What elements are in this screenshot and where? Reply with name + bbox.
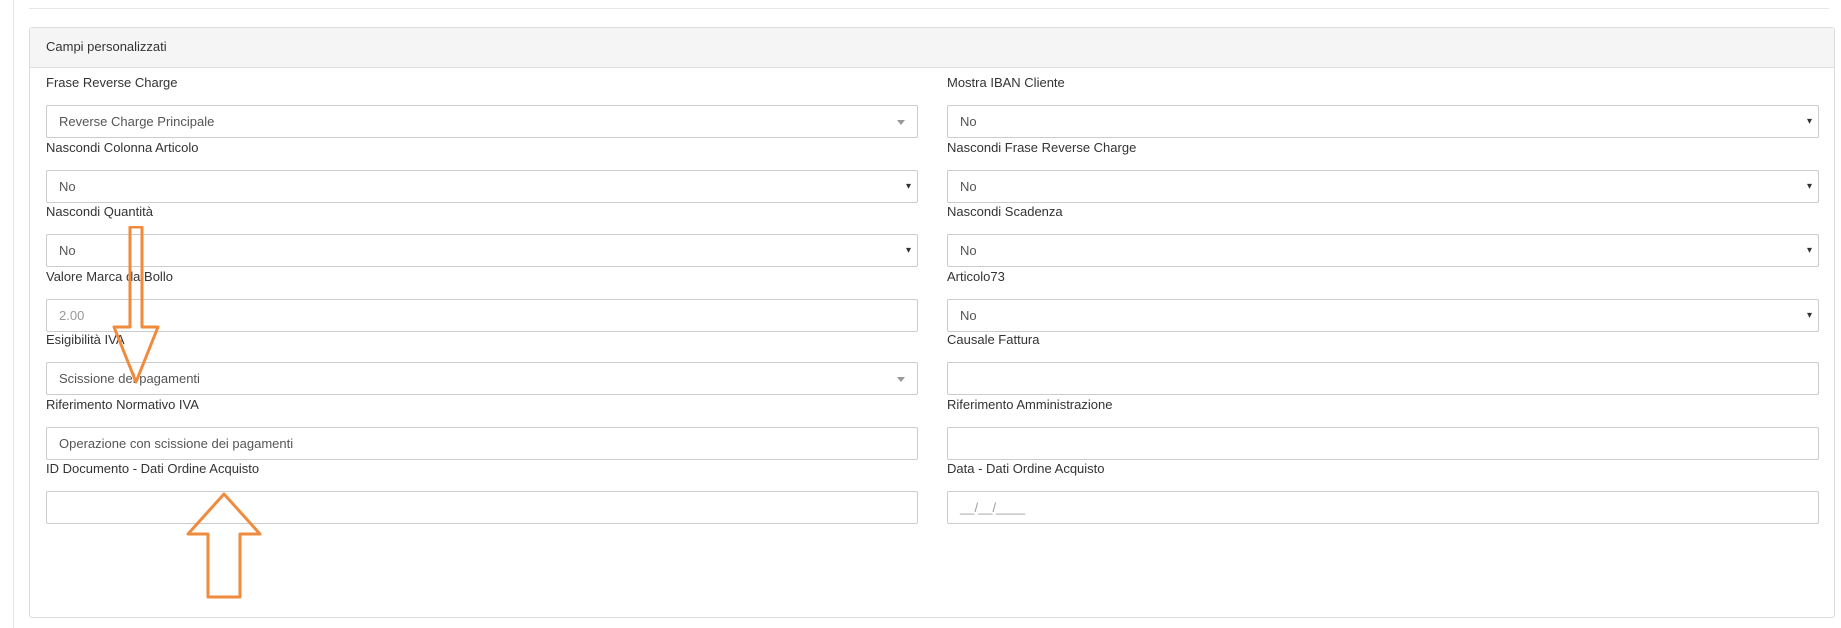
input-placeholder: 2.00 [59,308,85,323]
field-label: Mostra IBAN Cliente [947,75,1065,90]
nascondi-quantita-select[interactable]: No ▾ [46,234,918,267]
field-label: Articolo73 [947,269,1005,284]
riferimento-amministrazione-input[interactable] [947,427,1819,460]
field-nascondi-colonna-articolo: Nascondi Colonna Articolo No ▾ [46,138,918,203]
select-value: No [59,179,76,194]
field-label: Frase Reverse Charge [46,75,178,90]
field-frase-reverse-charge: Frase Reverse Charge Reverse Charge Prin… [46,73,918,138]
field-nascondi-scadenza: Nascondi Scadenza No ▾ [947,202,1819,267]
field-label: Esigibilità IVA [46,332,125,347]
field-articolo73: Articolo73 No ▾ [947,267,1819,332]
field-riferimento-normativo-iva: Riferimento Normativo IVA Operazione con… [46,395,918,460]
input-placeholder: __/__/____ [960,500,1026,515]
up-arrow-annotation [186,492,262,599]
valore-marca-da-bollo-input[interactable]: 2.00 [46,299,918,332]
select-value: No [960,308,977,323]
select-value: No [960,179,977,194]
field-mostra-iban-cliente: Mostra IBAN Cliente No ▾ [947,73,1819,138]
caret-down-icon: ▾ [905,245,911,256]
field-esigibilita-iva: Esigibilità IVA Scissione dei pagamenti [46,330,918,395]
field-riferimento-amministrazione: Riferimento Amministrazione [947,395,1819,460]
nascondi-frase-reverse-charge-select[interactable]: No ▾ [947,170,1819,203]
select-value: No [960,114,977,129]
select-value: No [960,243,977,258]
field-label: Nascondi Quantità [46,204,153,219]
field-label: Nascondi Frase Reverse Charge [947,140,1137,155]
esigibilita-iva-select[interactable]: Scissione dei pagamenti [46,362,918,395]
riferimento-normativo-iva-input[interactable]: Operazione con scissione dei pagamenti [46,427,918,460]
panel-title: Campi personalizzati [30,28,1834,68]
field-data-ordine-acquisto: Data - Dati Ordine Acquisto __/__/____ [947,459,1819,524]
field-label: Data - Dati Ordine Acquisto [947,461,1105,476]
data-ordine-acquisto-input[interactable]: __/__/____ [947,491,1819,524]
field-nascondi-quantita: Nascondi Quantità No ▾ [46,202,918,267]
field-nascondi-frase-reverse-charge: Nascondi Frase Reverse Charge No ▾ [947,138,1819,203]
field-id-documento: ID Documento - Dati Ordine Acquisto [46,459,918,524]
field-label: ID Documento - Dati Ordine Acquisto [46,461,260,476]
articolo73-select[interactable]: No ▾ [947,299,1819,332]
input-value: Operazione con scissione dei pagamenti [59,436,294,451]
page-left-border [13,0,14,628]
caret-down-icon: ▾ [1806,181,1812,192]
caret-down-icon: ▾ [1806,310,1812,321]
mostra-iban-cliente-select[interactable]: No ▾ [947,105,1819,138]
caret-down-icon: ▾ [1806,245,1812,256]
causale-fattura-input[interactable] [947,362,1819,395]
nascondi-scadenza-select[interactable]: No ▾ [947,234,1819,267]
caret-down-icon [897,120,905,125]
field-valore-marca-da-bollo: Valore Marca da Bollo 2.00 [46,267,918,332]
field-label: Riferimento Amministrazione [947,397,1113,412]
down-arrow-annotation [112,226,160,384]
field-label: Causale Fattura [947,332,1040,347]
custom-fields-panel: Campi personalizzati Frase Reverse Charg… [29,27,1835,618]
field-label: Nascondi Scadenza [947,204,1063,219]
caret-down-icon [897,377,905,382]
field-label: Nascondi Colonna Articolo [46,140,199,155]
select-value: Reverse Charge Principale [59,114,215,129]
caret-down-icon: ▾ [1806,116,1812,127]
nascondi-colonna-articolo-select[interactable]: No ▾ [46,170,918,203]
previous-panel-bottom [29,0,1829,9]
field-label: Valore Marca da Bollo [46,269,173,284]
id-documento-input[interactable] [46,491,918,524]
field-causale-fattura: Causale Fattura [947,330,1819,395]
frase-reverse-charge-select[interactable]: Reverse Charge Principale [46,105,918,138]
select-value: No [59,243,76,258]
field-label: Riferimento Normativo IVA [46,397,199,412]
caret-down-icon: ▾ [905,181,911,192]
